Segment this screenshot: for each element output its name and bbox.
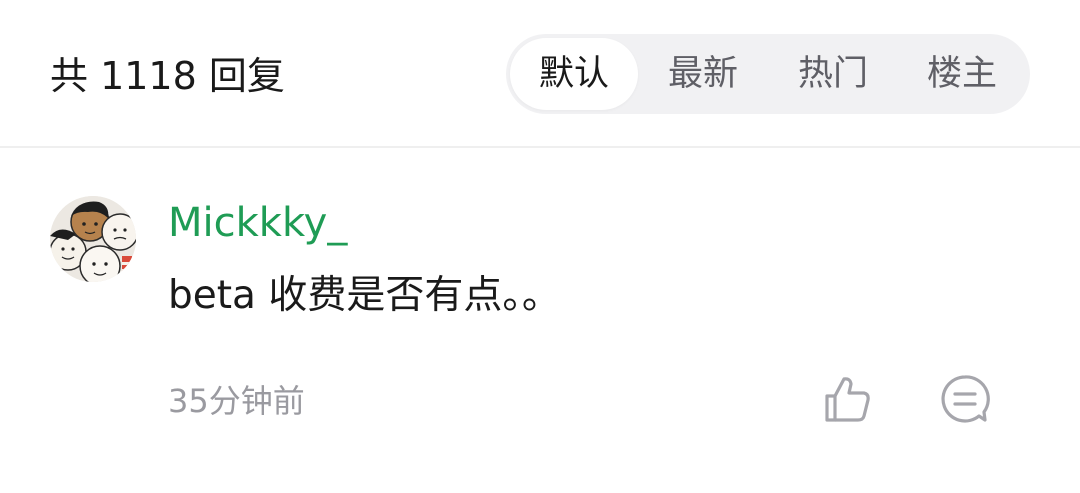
- tab-default[interactable]: 默认: [510, 38, 638, 110]
- reply-count: 共 1118 回复: [50, 54, 285, 98]
- comments-page: 共 1118 回复 默认 最新 热门 楼主 Mickkky_ beta 收费是否…: [0, 0, 1080, 493]
- comments-header: 共 1118 回复 默认 最新 热门 楼主: [0, 0, 1080, 148]
- avatar-cartoon-icon: [50, 196, 136, 282]
- tab-owner[interactable]: 楼主: [898, 38, 1026, 110]
- thumbs-up-icon: [825, 377, 870, 422]
- tab-latest[interactable]: 最新: [638, 38, 768, 110]
- like-button[interactable]: [823, 374, 873, 424]
- username[interactable]: Mickkky_: [168, 196, 347, 250]
- comment-bubble-icon: [941, 375, 990, 423]
- comment-timestamp: 35分钟前: [168, 382, 305, 420]
- comment-text: beta 收费是否有点。。: [168, 273, 561, 318]
- avatar[interactable]: [50, 196, 136, 282]
- tab-hot[interactable]: 热门: [768, 38, 898, 110]
- reply-button[interactable]: [940, 374, 990, 424]
- sort-tabs: 默认 最新 热门 楼主: [506, 34, 1030, 114]
